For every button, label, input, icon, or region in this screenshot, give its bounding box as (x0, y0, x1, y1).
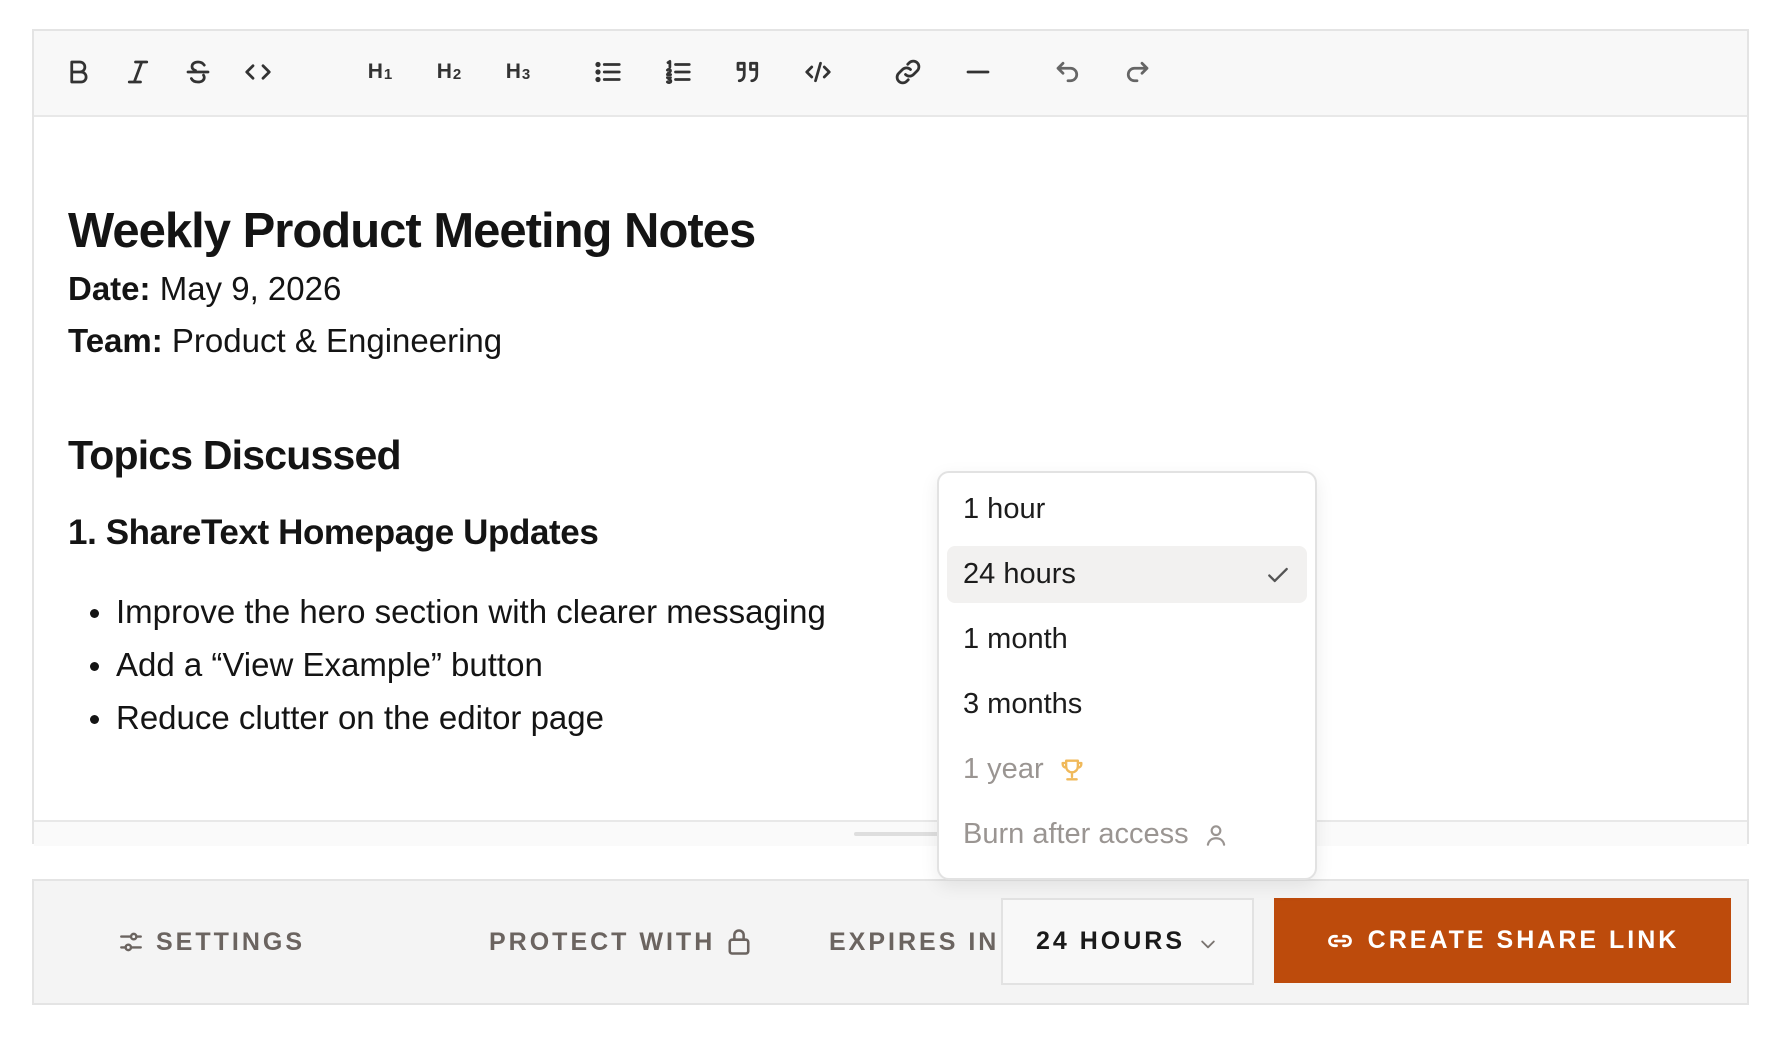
option-label: 1 hour (963, 493, 1046, 525)
editor-toolbar: H1 H2 H3 (34, 31, 1747, 117)
strikethrough-icon (186, 60, 210, 84)
option-label: 1 month (963, 623, 1068, 655)
section-heading: Topics Discussed (68, 432, 402, 478)
heading-1-label: H (367, 60, 383, 83)
heading-3-label: H (505, 60, 521, 83)
date-value: May 9, 2026 (150, 270, 342, 307)
undo-button[interactable] (1046, 50, 1090, 94)
settings-label: SETTINGS (156, 927, 306, 956)
team-value: Product & Engineering (162, 322, 503, 359)
heading-2-level: 2 (452, 65, 462, 83)
expiry-option-24-hours[interactable]: 24 hours (947, 546, 1307, 603)
list-item: Improve the hero section with clearer me… (68, 585, 826, 638)
sliders-icon (120, 932, 142, 952)
horizontal-rule-button[interactable] (956, 50, 1000, 94)
undo-icon (1056, 61, 1079, 83)
code-icon (245, 64, 271, 80)
expiry-option-1-month[interactable]: 1 month (947, 611, 1307, 668)
user-icon (1206, 824, 1225, 846)
list-item: Add a “View Example” button (68, 638, 826, 691)
chevron-down-icon (1201, 940, 1215, 949)
protect-label: PROTECT WITH (489, 927, 716, 956)
redo-button[interactable] (1115, 50, 1159, 94)
subsection-heading: 1. ShareText Homepage Updates (68, 513, 599, 552)
team-line: Team: Product & Engineering (68, 322, 502, 360)
date-label: Date: (68, 270, 151, 307)
option-label: 1 year (963, 753, 1044, 785)
italic-button[interactable] (116, 50, 160, 94)
create-share-link-button[interactable]: CREATE SHARE LINK (1274, 898, 1731, 983)
ordered-list-button[interactable] (656, 50, 700, 94)
expiry-option-1-hour[interactable]: 1 hour (947, 481, 1307, 538)
quote-icon (736, 61, 759, 83)
heading-1-level: 1 (383, 65, 393, 83)
blockquote-button[interactable] (726, 50, 770, 94)
protect-with-button[interactable]: PROTECT WITH (489, 881, 753, 1003)
bold-button[interactable] (56, 50, 100, 94)
italic-icon (127, 60, 149, 84)
code-block-button[interactable] (796, 50, 840, 94)
heading-3-button[interactable]: H3 (496, 50, 540, 94)
expiry-option-burn-after-access[interactable]: Burn after access (947, 806, 1307, 863)
expiry-option-3-months[interactable]: 3 months (947, 676, 1307, 733)
option-label: Burn after access (963, 818, 1189, 850)
expiry-option-1-year[interactable]: 1 year (947, 741, 1307, 798)
horizontal-rule-icon (966, 70, 990, 74)
expiry-select[interactable]: 24 HOURS (1001, 898, 1254, 985)
ordered-list-icon (666, 60, 691, 84)
bullet-list-button[interactable] (586, 50, 630, 94)
create-share-link-label: CREATE SHARE LINK (1367, 926, 1680, 954)
bold-icon (70, 60, 88, 84)
expires-in-label: EXPIRES IN (829, 927, 1000, 956)
inline-code-button[interactable] (236, 50, 280, 94)
strikethrough-button[interactable] (176, 50, 220, 94)
expiry-dropdown-menu: 1 hour 24 hours 1 month 3 months 1 year … (937, 471, 1317, 880)
heading-3-level: 3 (521, 65, 531, 83)
redo-icon (1126, 61, 1149, 83)
check-icon (1268, 567, 1288, 583)
link-icon (1327, 934, 1352, 947)
document-title: Weekly Product Meeting Notes (68, 204, 756, 258)
option-label: 24 hours (963, 558, 1076, 590)
option-label: 3 months (963, 688, 1083, 720)
settings-button[interactable]: SETTINGS (118, 881, 305, 1003)
bullet-list-icon (595, 61, 621, 83)
heading-2-label: H (436, 60, 452, 83)
heading-2-button[interactable]: H2 (427, 50, 471, 94)
code-block-icon (805, 61, 831, 83)
expiry-select-value: 24 HOURS (1036, 927, 1186, 955)
share-footer: SETTINGS PROTECT WITH EXPIRES IN 24 HOUR… (32, 879, 1749, 1005)
heading-1-button[interactable]: H1 (358, 50, 402, 94)
date-line: Date: May 9, 2026 (68, 270, 341, 308)
resize-handle[interactable] (854, 832, 944, 836)
team-label: Team: (68, 322, 163, 359)
link-icon (895, 59, 921, 85)
trophy-icon (1061, 759, 1083, 780)
link-button[interactable] (886, 50, 930, 94)
editor: H1 H2 H3 Weekly Product Meeting Notes Da… (32, 29, 1749, 846)
bullet-list: Improve the hero section with clearer me… (68, 585, 826, 744)
list-item: Reduce clutter on the editor page (68, 691, 826, 744)
lock-icon (728, 929, 750, 955)
